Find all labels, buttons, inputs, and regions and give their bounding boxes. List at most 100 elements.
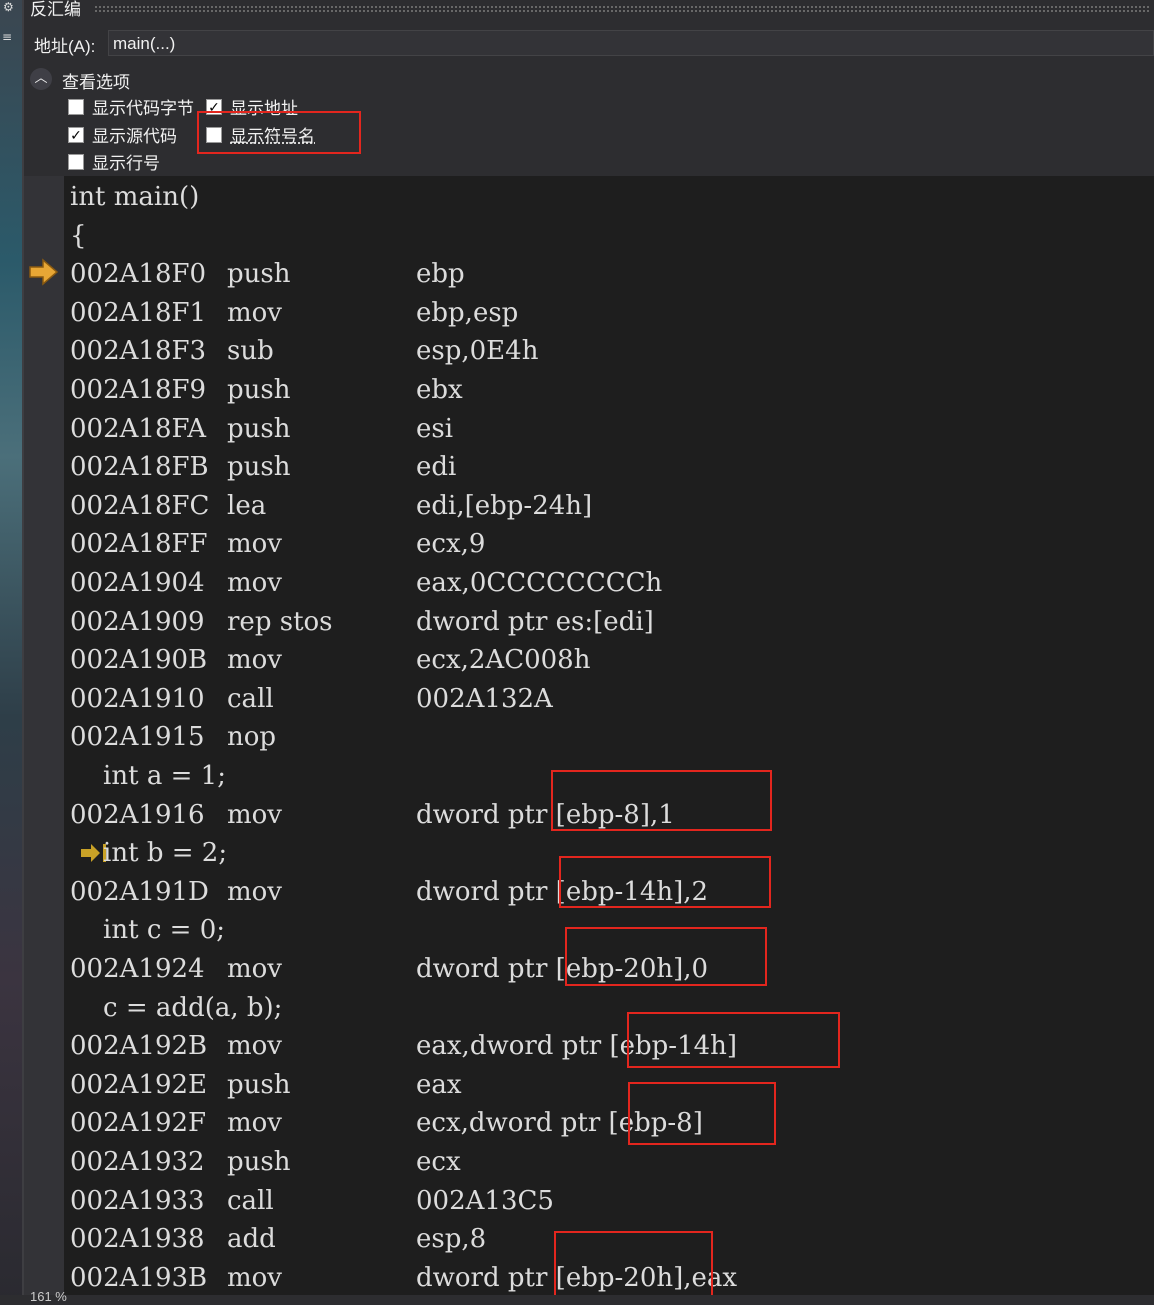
asm-address: 002A18FB — [70, 452, 209, 483]
asm-operands: ecx,9 — [416, 529, 486, 560]
show-code-bytes-label: 显示代码字节 — [92, 99, 194, 118]
annotation-box — [559, 856, 771, 908]
show-line-numbers-option[interactable]: 显示行号 — [68, 149, 160, 174]
view-options-title: 查看选项 — [62, 73, 130, 92]
source-text: int main() — [70, 182, 200, 212]
asm-operands: eax — [416, 1069, 462, 1100]
asm-address: 002A18F1 — [70, 297, 207, 328]
source-line[interactable]: { — [70, 217, 1150, 255]
asm-address: 002A192F — [70, 1108, 207, 1139]
asm-operands: ecx — [416, 1147, 461, 1177]
asm-operands: edi — [416, 452, 457, 483]
asm-line[interactable]: 002A18F9 push ebx — [70, 371, 1150, 409]
asm-address: 002A1916 — [70, 799, 205, 830]
asm-address: 002A18F9 — [70, 375, 207, 405]
disassembly-code[interactable]: int main() {002A18F0 push ebp 002A18F1 mov ebp… — [70, 176, 1154, 1295]
asm-line[interactable]: 002A1904 mov eax,0CCCCCCCCh — [70, 564, 1150, 602]
asm-operands: esp,0E4h — [416, 336, 539, 367]
asm-mnemonic: rep stos — [227, 606, 333, 637]
asm-line[interactable]: 002A1915 nop — [70, 718, 1150, 756]
status-bar: 161 % — [0, 1289, 1154, 1305]
show-source-option[interactable]: ✓ 显示源代码 — [68, 122, 177, 147]
annotation-box — [197, 111, 361, 154]
chevron-up-icon[interactable]: ︿ — [30, 68, 52, 90]
view-options: ︿ 查看选项 显示代码字节 ✓ 显示地址 ✓ 显示源代码 显示符号名 显示行号 — [24, 62, 1154, 176]
instruction-pointer-icon — [29, 258, 59, 286]
source-line[interactable]: c = add(a, b); — [70, 989, 1150, 1027]
asm-address: 002A1932 — [70, 1147, 205, 1177]
asm-address: 002A191D — [70, 876, 209, 907]
asm-mnemonic: nop — [227, 722, 277, 753]
source-text: int c = 0; — [70, 915, 226, 946]
show-code-bytes-checkbox[interactable] — [68, 98, 84, 115]
annotation-box — [565, 927, 767, 986]
asm-mnemonic: mov — [227, 529, 282, 560]
asm-operands: ebp,esp — [416, 297, 519, 328]
asm-address: 002A1938 — [70, 1224, 205, 1255]
asm-line[interactable]: 002A18FC lea edi,[ebp-24h] — [70, 487, 1150, 525]
asm-line[interactable]: 002A18F1 mov ebp,esp — [70, 294, 1150, 332]
asm-address: 002A192B — [70, 1031, 208, 1062]
asm-mnemonic: mov — [227, 645, 282, 676]
asm-address: 002A18FA — [70, 413, 207, 444]
asm-address: 002A193B — [70, 1262, 208, 1293]
asm-line[interactable]: 002A18FA push esi — [70, 410, 1150, 448]
asm-mnemonic: mov — [227, 297, 282, 328]
breakpoint-gutter[interactable] — [24, 176, 64, 1295]
show-line-numbers-checkbox[interactable] — [68, 153, 84, 170]
asm-mnemonic: mov — [227, 954, 282, 984]
asm-line[interactable]: 002A1933 call 002A13C5 — [70, 1182, 1150, 1220]
asm-line[interactable]: 002A192E push eax — [70, 1066, 1150, 1104]
asm-mnemonic: mov — [227, 876, 282, 907]
show-source-label: 显示源代码 — [92, 127, 177, 146]
asm-line[interactable]: 002A192B mov eax,dword ptr [ebp-14h] — [70, 1027, 1150, 1065]
asm-line[interactable]: 002A18FF mov ecx,9 — [70, 525, 1150, 563]
annotation-box — [627, 1012, 840, 1068]
zoom-level[interactable]: 161 % — [30, 1289, 67, 1304]
annotation-box — [628, 1082, 776, 1145]
asm-mnemonic: mov — [227, 1031, 282, 1062]
annotation-box — [554, 1231, 713, 1303]
asm-address: 002A18F3 — [70, 336, 207, 367]
asm-line[interactable]: 002A1910 call 002A132A — [70, 680, 1150, 718]
source-line[interactable]: int main() — [70, 178, 1150, 216]
asm-operands: esp,8 — [416, 1224, 487, 1255]
asm-mnemonic: add — [227, 1224, 276, 1255]
asm-mnemonic: push — [227, 259, 291, 290]
side-panel-strip: ⚙ ≡ — [0, 0, 22, 1305]
asm-line[interactable]: 002A1909 rep stos dword ptr es:[edi] — [70, 603, 1150, 641]
asm-operands: ebp — [416, 259, 465, 290]
asm-address: 002A18FC — [70, 490, 210, 521]
address-row: 地址(A): main(...) — [24, 22, 1154, 62]
asm-mnemonic: lea — [227, 490, 267, 521]
asm-line[interactable]: 002A192F mov ecx,dword ptr [ebp-8] — [70, 1104, 1150, 1142]
panel-title-bar: 反汇编 — [24, 0, 1154, 22]
gear-icon[interactable]: ⚙ — [3, 0, 14, 14]
asm-line[interactable]: 002A18FB push edi — [70, 448, 1150, 486]
show-source-checkbox[interactable]: ✓ — [68, 126, 84, 144]
drag-grip[interactable] — [94, 5, 1150, 14]
asm-mnemonic: push — [227, 413, 291, 444]
address-input[interactable]: main(...) — [108, 30, 1154, 56]
asm-address: 002A1915 — [70, 722, 205, 753]
show-code-bytes-option[interactable]: 显示代码字节 — [68, 94, 194, 119]
asm-mnemonic: push — [227, 1147, 291, 1177]
asm-mnemonic: sub — [227, 336, 274, 367]
asm-mnemonic: call — [227, 1185, 274, 1216]
asm-address: 002A192E — [70, 1069, 208, 1100]
asm-operands: esi — [416, 413, 454, 444]
asm-line[interactable]: 002A18F3 sub esp,0E4h — [70, 332, 1150, 370]
asm-mnemonic: mov — [227, 799, 282, 830]
asm-line[interactable]: 002A18F0 push ebp — [70, 255, 1150, 293]
asm-mnemonic: push — [227, 375, 291, 405]
asm-operands: edi,[ebp-24h] — [416, 490, 593, 521]
asm-operands: 002A132A — [416, 683, 553, 714]
source-text: int b = 2; — [70, 838, 228, 869]
asm-mnemonic: push — [227, 1069, 291, 1100]
asm-line[interactable]: 002A1932 push ecx — [70, 1143, 1150, 1181]
asm-address: 002A1910 — [70, 683, 205, 714]
menu-icon[interactable]: ≡ — [2, 30, 12, 44]
asm-line[interactable]: 002A190B mov ecx,2AC008h — [70, 641, 1150, 679]
asm-operands: 002A13C5 — [416, 1185, 554, 1216]
asm-operands: eax,0CCCCCCCCh — [416, 568, 663, 598]
